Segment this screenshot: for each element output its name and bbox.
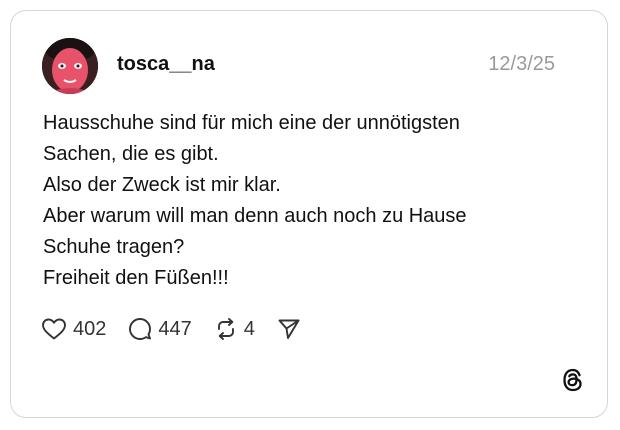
post-text-line: Hausschuhe sind für mich eine der unnöti… bbox=[43, 112, 460, 134]
post-text-line: Aber warum will man denn auch noch zu Ha… bbox=[43, 205, 467, 227]
username[interactable]: tosca__na bbox=[117, 51, 215, 77]
send-icon bbox=[278, 319, 300, 339]
post-text-line: Sachen, die es gibt. bbox=[43, 143, 219, 165]
threads-logo-icon[interactable] bbox=[560, 367, 586, 393]
comment-icon bbox=[129, 318, 152, 340]
repost-count: 4 bbox=[243, 318, 255, 340]
post-card: tosca__na 12/3/25 Hausschuhe sind für mi… bbox=[10, 10, 608, 418]
repost-button[interactable]: 4 bbox=[214, 316, 255, 342]
post-text-line: Schuhe tragen? bbox=[43, 236, 185, 258]
avatar[interactable] bbox=[42, 38, 98, 94]
reply-count: 447 bbox=[158, 318, 192, 340]
like-button[interactable]: 402 bbox=[41, 316, 106, 342]
action-bar: 402 447 4 bbox=[41, 315, 323, 343]
avatar-image bbox=[42, 38, 98, 94]
share-button[interactable] bbox=[277, 317, 301, 341]
repost-icon bbox=[217, 318, 234, 340]
post-text: Hausschuhe sind für mich eine der unnöti… bbox=[43, 108, 583, 294]
post-text-line: Also der Zweck ist mir klar. bbox=[43, 174, 281, 196]
reply-button[interactable]: 447 bbox=[128, 316, 192, 342]
heart-icon bbox=[42, 318, 66, 340]
post-text-line: Freiheit den Füßen!!! bbox=[43, 267, 229, 289]
like-count: 402 bbox=[73, 318, 107, 340]
post-date: 12/3/25 bbox=[488, 53, 555, 75]
